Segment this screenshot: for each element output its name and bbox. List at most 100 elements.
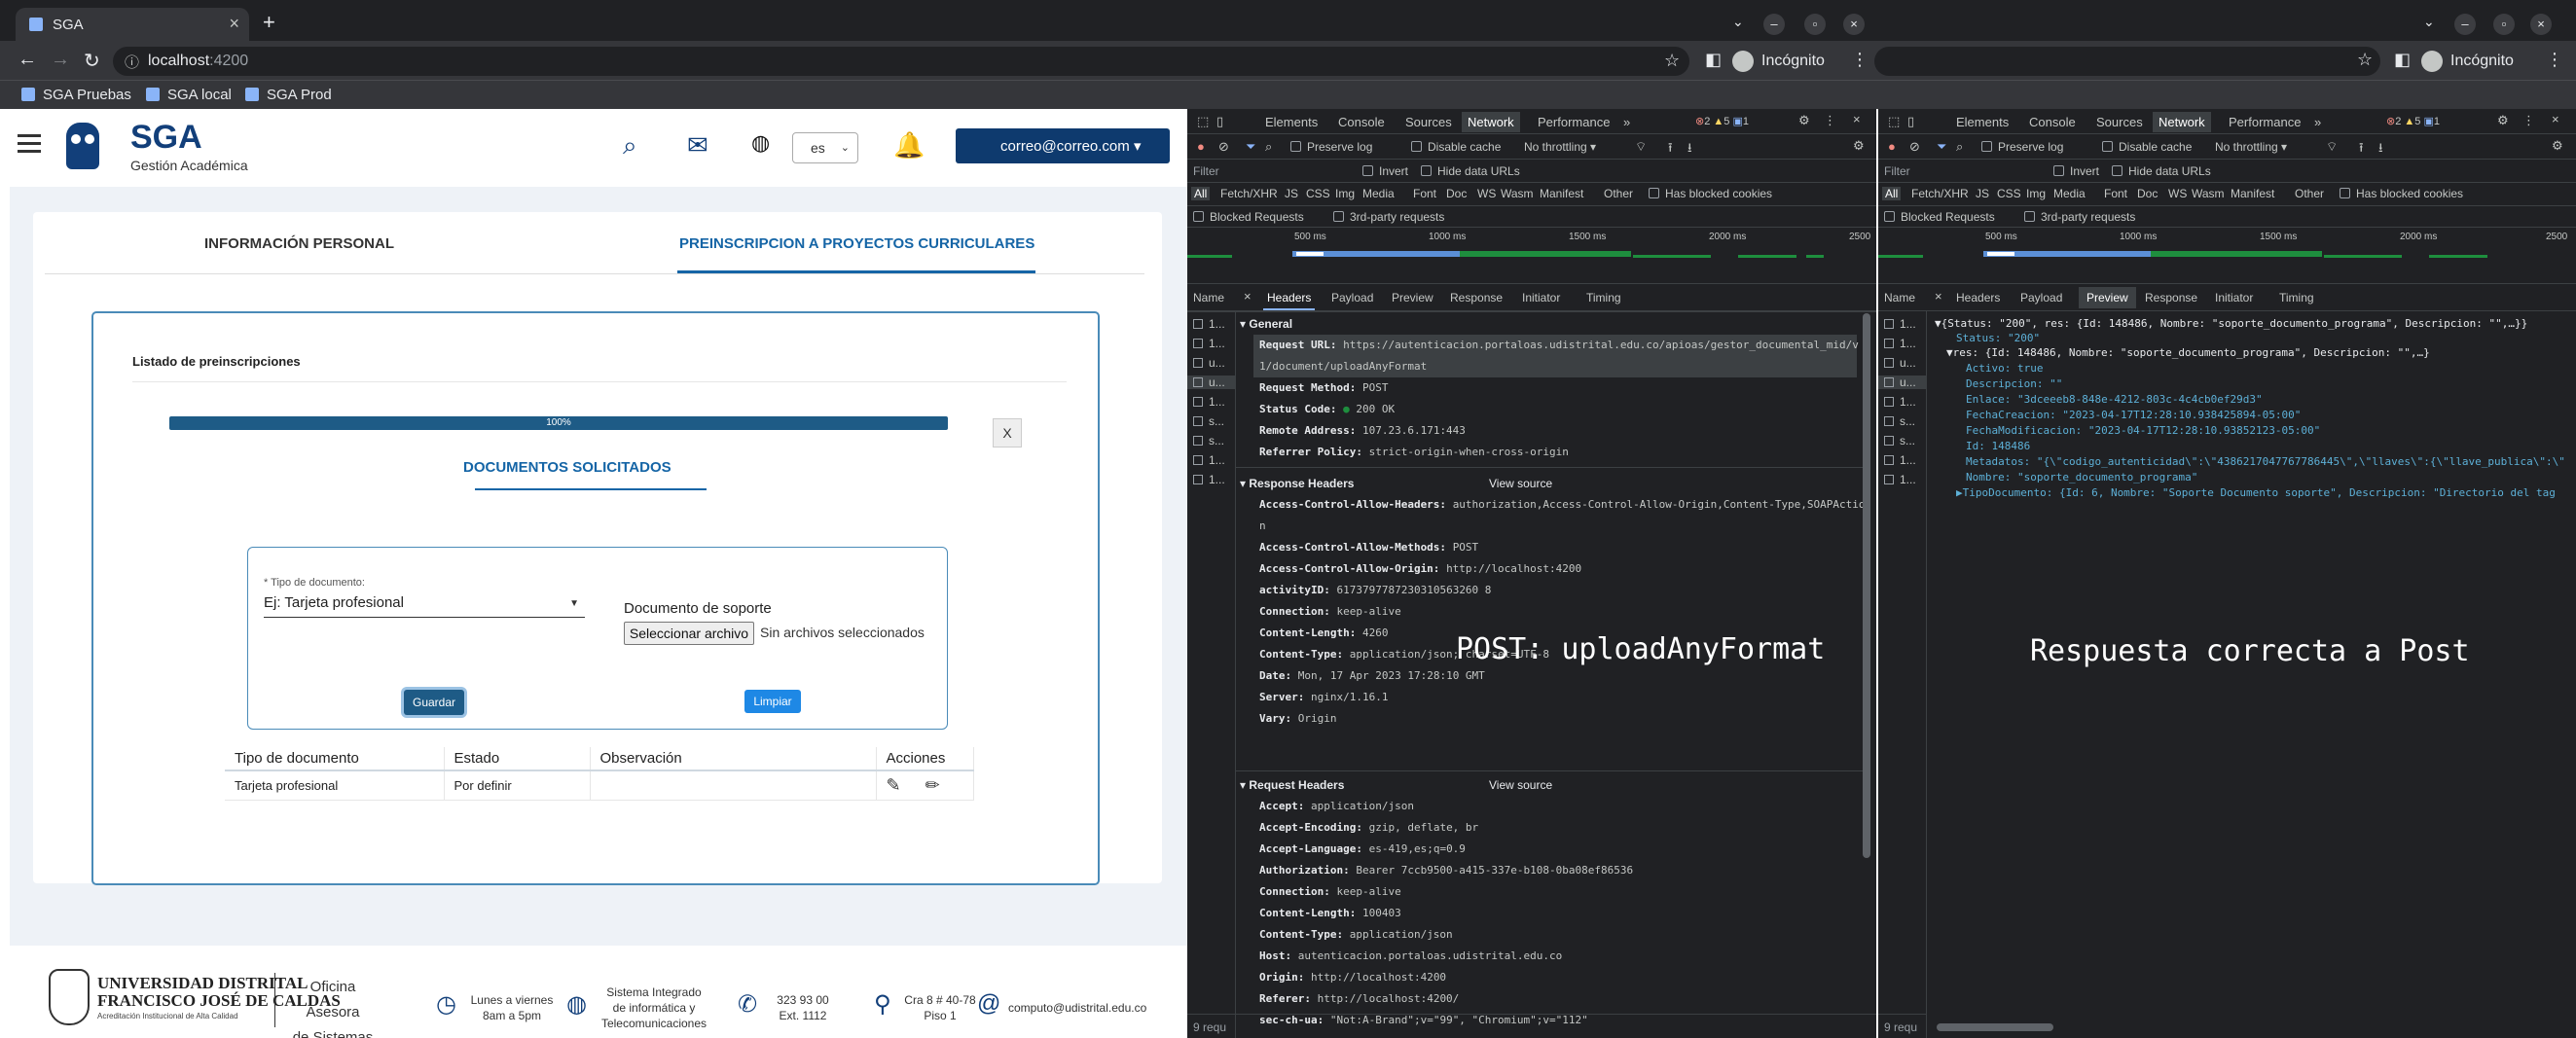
- blocked-requests-checkbox-2[interactable]: Blocked Requests: [1884, 210, 1995, 224]
- type-img-2[interactable]: Img: [2026, 187, 2046, 200]
- type-css[interactable]: CSS: [1306, 187, 1330, 200]
- request-row[interactable]: 1...: [1884, 317, 1916, 331]
- request-row[interactable]: u...: [1193, 356, 1225, 370]
- panel-performance[interactable]: Performance: [1538, 115, 1610, 129]
- back-arrow-icon[interactable]: ←: [18, 49, 37, 71]
- incognito-indicator[interactable]: Incógnito: [1732, 51, 1825, 72]
- detail-tab-headers[interactable]: Headers: [1263, 291, 1316, 310]
- detail-tab-timing[interactable]: Timing: [1586, 291, 1621, 304]
- close-tab-icon[interactable]: ×: [229, 14, 239, 34]
- response-headers-title[interactable]: ▾ Response Headers: [1240, 477, 1354, 490]
- general-section-title[interactable]: ▾ General: [1240, 317, 1292, 331]
- scrollbar[interactable]: [1863, 313, 1870, 858]
- bookmark-sga-prod[interactable]: SGA Prod: [245, 87, 332, 103]
- type-css-2[interactable]: CSS: [1997, 187, 2021, 200]
- side-panel-icon-2[interactable]: ◧: [2394, 50, 2411, 70]
- incognito-indicator-2[interactable]: Incógnito: [2421, 51, 2514, 72]
- detail-tab-initiator[interactable]: Initiator: [1522, 291, 1560, 304]
- restore-icon-2[interactable]: ▫: [2493, 14, 2515, 35]
- invert-checkbox-2[interactable]: Invert: [2053, 164, 2099, 178]
- request-row[interactable]: s...: [1193, 434, 1224, 447]
- bookmark-star-icon[interactable]: ☆: [1664, 51, 1680, 71]
- tab-search-icon-2[interactable]: ⌄: [2423, 14, 2435, 30]
- detail-tab-initiator-2[interactable]: Initiator: [2215, 291, 2253, 304]
- issue-badges-2[interactable]: ⊗2 ▲5 ▣1: [2386, 115, 2440, 127]
- hide-data-urls-checkbox-2[interactable]: Hide data URLs: [2112, 164, 2211, 178]
- request-row[interactable]: 1...: [1884, 473, 1916, 486]
- has-blocked-cookies-checkbox[interactable]: Has blocked cookies: [1649, 187, 1772, 200]
- type-font-2[interactable]: Font: [2104, 187, 2127, 200]
- request-row[interactable]: 1...: [1884, 453, 1916, 467]
- devtools-menu-icon-2[interactable]: ⋮: [2522, 113, 2535, 128]
- type-other-2[interactable]: Other: [2295, 187, 2324, 200]
- devtools-menu-icon[interactable]: ⋮: [1824, 113, 1836, 128]
- close-button[interactable]: X: [993, 418, 1022, 447]
- type-font[interactable]: Font: [1413, 187, 1436, 200]
- search-icon[interactable]: ⌕: [623, 130, 637, 161]
- bell-icon[interactable]: 🔔: [893, 130, 925, 161]
- panel-elements-2[interactable]: Elements: [1956, 115, 2009, 129]
- browser-tab[interactable]: SGA ×: [16, 8, 249, 41]
- third-party-checkbox[interactable]: 3rd-party requests: [1333, 210, 1444, 224]
- forward-arrow-icon[interactable]: →: [51, 49, 70, 71]
- detail-tab-payload-2[interactable]: Payload: [2020, 291, 2062, 304]
- side-panel-icon[interactable]: ◧: [1705, 50, 1722, 70]
- panel-network[interactable]: Network: [1462, 112, 1520, 132]
- settings-gear-icon-2[interactable]: ⚙: [2497, 113, 2509, 128]
- search-icon-devtools[interactable]: ⌕: [1265, 139, 1272, 155]
- filter-icon[interactable]: ⏷: [1246, 139, 1255, 155]
- type-other[interactable]: Other: [1604, 187, 1633, 200]
- type-wasm[interactable]: Wasm: [1501, 187, 1534, 200]
- panel-console[interactable]: Console: [1338, 115, 1385, 129]
- inspect-icon-2[interactable]: ⬚: [1888, 114, 1900, 129]
- type-js[interactable]: JS: [1285, 187, 1298, 200]
- type-manifest-2[interactable]: Manifest: [2231, 187, 2274, 200]
- panel-performance-2[interactable]: Performance: [2229, 115, 2301, 129]
- contact-email[interactable]: computo@udistrital.edu.co: [1008, 1000, 1146, 1016]
- type-img[interactable]: Img: [1335, 187, 1355, 200]
- hide-data-urls-checkbox[interactable]: Hide data URLs: [1421, 164, 1520, 178]
- detail-tab-response-2[interactable]: Response: [2145, 291, 2197, 304]
- type-manifest[interactable]: Manifest: [1540, 187, 1583, 200]
- minimize-icon-2[interactable]: –: [2454, 14, 2476, 35]
- detail-tab-preview-2[interactable]: Preview: [2079, 287, 2136, 308]
- wifi-icon[interactable]: ⌔: [1635, 139, 1647, 155]
- issue-badges[interactable]: ⊗2 ▲5 ▣1: [1695, 115, 1749, 127]
- request-row[interactable]: s...: [1884, 414, 1915, 428]
- request-row[interactable]: 1...: [1884, 395, 1916, 409]
- panel-sources[interactable]: Sources: [1405, 115, 1452, 129]
- panel-console-2[interactable]: Console: [2029, 115, 2076, 129]
- request-row-selected[interactable]: u...: [1878, 376, 1926, 389]
- record-icon-2[interactable]: ●: [1888, 139, 1896, 154]
- globe-icon[interactable]: ◍: [751, 130, 770, 156]
- request-row[interactable]: 1...: [1193, 473, 1225, 486]
- panel-sources-2[interactable]: Sources: [2096, 115, 2143, 129]
- bookmark-sga-local[interactable]: SGA local: [146, 87, 232, 103]
- inspect-icon[interactable]: ⬚: [1197, 114, 1209, 129]
- throttling-select[interactable]: No throttling ▾: [1524, 140, 1596, 154]
- devtools-close-icon-2[interactable]: ×: [2552, 112, 2559, 126]
- edit-note-icon[interactable]: ✎: [887, 775, 901, 795]
- type-ws[interactable]: WS: [1477, 187, 1496, 200]
- detail-tab-preview[interactable]: Preview: [1392, 291, 1433, 304]
- pencil-icon[interactable]: ✏: [925, 775, 940, 795]
- device-toggle-icon-2[interactable]: ▯: [1907, 114, 1914, 129]
- disable-cache-checkbox[interactable]: Disable cache: [1411, 140, 1501, 154]
- request-row[interactable]: s...: [1193, 414, 1224, 428]
- upload-icon-2[interactable]: ⭱: [2359, 139, 2364, 161]
- restore-icon[interactable]: ▫: [1804, 14, 1826, 35]
- filter-input-2[interactable]: Filter: [1884, 164, 1910, 178]
- view-source-request[interactable]: View source: [1489, 778, 1552, 792]
- preserve-log-checkbox[interactable]: Preserve log: [1290, 140, 1372, 154]
- filter-input[interactable]: Filter: [1193, 164, 1219, 178]
- preview-res[interactable]: ▼res: {Id: 148486, Nombre: "soporte_docu…: [1946, 346, 2430, 359]
- wifi-icon-2[interactable]: ⌔: [2326, 139, 2338, 155]
- new-tab-button[interactable]: +: [263, 10, 275, 35]
- address-bar[interactable]: ⓘ localhost:4200 ☆: [113, 47, 1689, 76]
- address-bar-2[interactable]: [1874, 47, 2380, 76]
- bookmark-star-icon-2[interactable]: ☆: [2357, 50, 2373, 70]
- type-js-2[interactable]: JS: [1976, 187, 1989, 200]
- menu-kebab-icon-2[interactable]: ⋮: [2546, 50, 2563, 70]
- network-settings-icon[interactable]: ⚙: [1853, 138, 1865, 154]
- settings-gear-icon[interactable]: ⚙: [1798, 113, 1810, 128]
